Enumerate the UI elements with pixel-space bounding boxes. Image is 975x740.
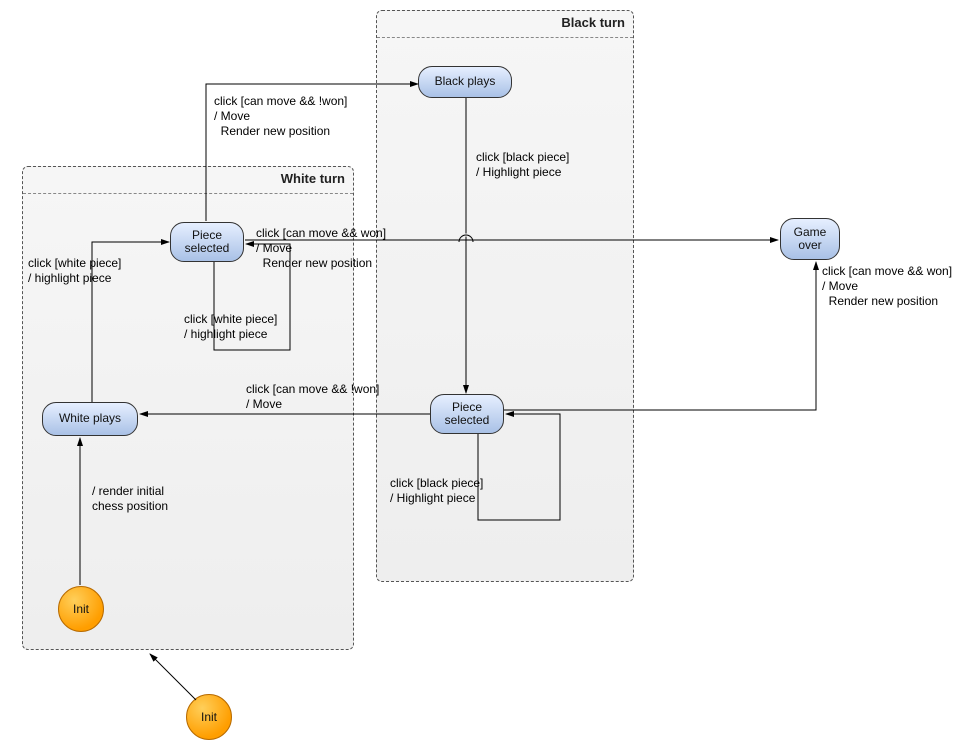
state-label: Game over (781, 226, 839, 252)
init-state-outer: Init (186, 694, 232, 740)
region-separator (23, 193, 353, 194)
state-black-plays: Black plays (418, 66, 512, 98)
state-game-over: Game over (780, 218, 840, 260)
region-title-white: White turn (281, 171, 345, 186)
region-separator (377, 37, 633, 38)
label-black-selected-to-over: click [can move && won] / Move Render ne… (822, 264, 952, 309)
state-label: Piece selected (431, 401, 503, 427)
label-black-selected-to-white: click [can move && !won] / Move (246, 382, 379, 412)
label-init-to-white: / render initial chess position (92, 484, 168, 514)
init-state-inner: Init (58, 586, 104, 632)
label-white-selected-to-black: click [can move && !won] / Move Render n… (214, 94, 347, 139)
label-white-selected-self: click [white piece] / highlight piece (184, 312, 277, 342)
label-white-selected-to-over: click [can move && won] / Move Render ne… (256, 226, 386, 271)
state-label: Piece selected (171, 229, 243, 255)
state-white-plays: White plays (42, 402, 138, 436)
state-white-piece-selected: Piece selected (170, 222, 244, 262)
region-title-black: Black turn (561, 15, 625, 30)
label-white-to-selected: click [white piece] / highlight piece (28, 256, 121, 286)
label-black-selected-self: click [black piece] / Highlight piece (390, 476, 483, 506)
label-black-to-selected: click [black piece] / Highlight piece (476, 150, 569, 180)
state-black-piece-selected: Piece selected (430, 394, 504, 434)
